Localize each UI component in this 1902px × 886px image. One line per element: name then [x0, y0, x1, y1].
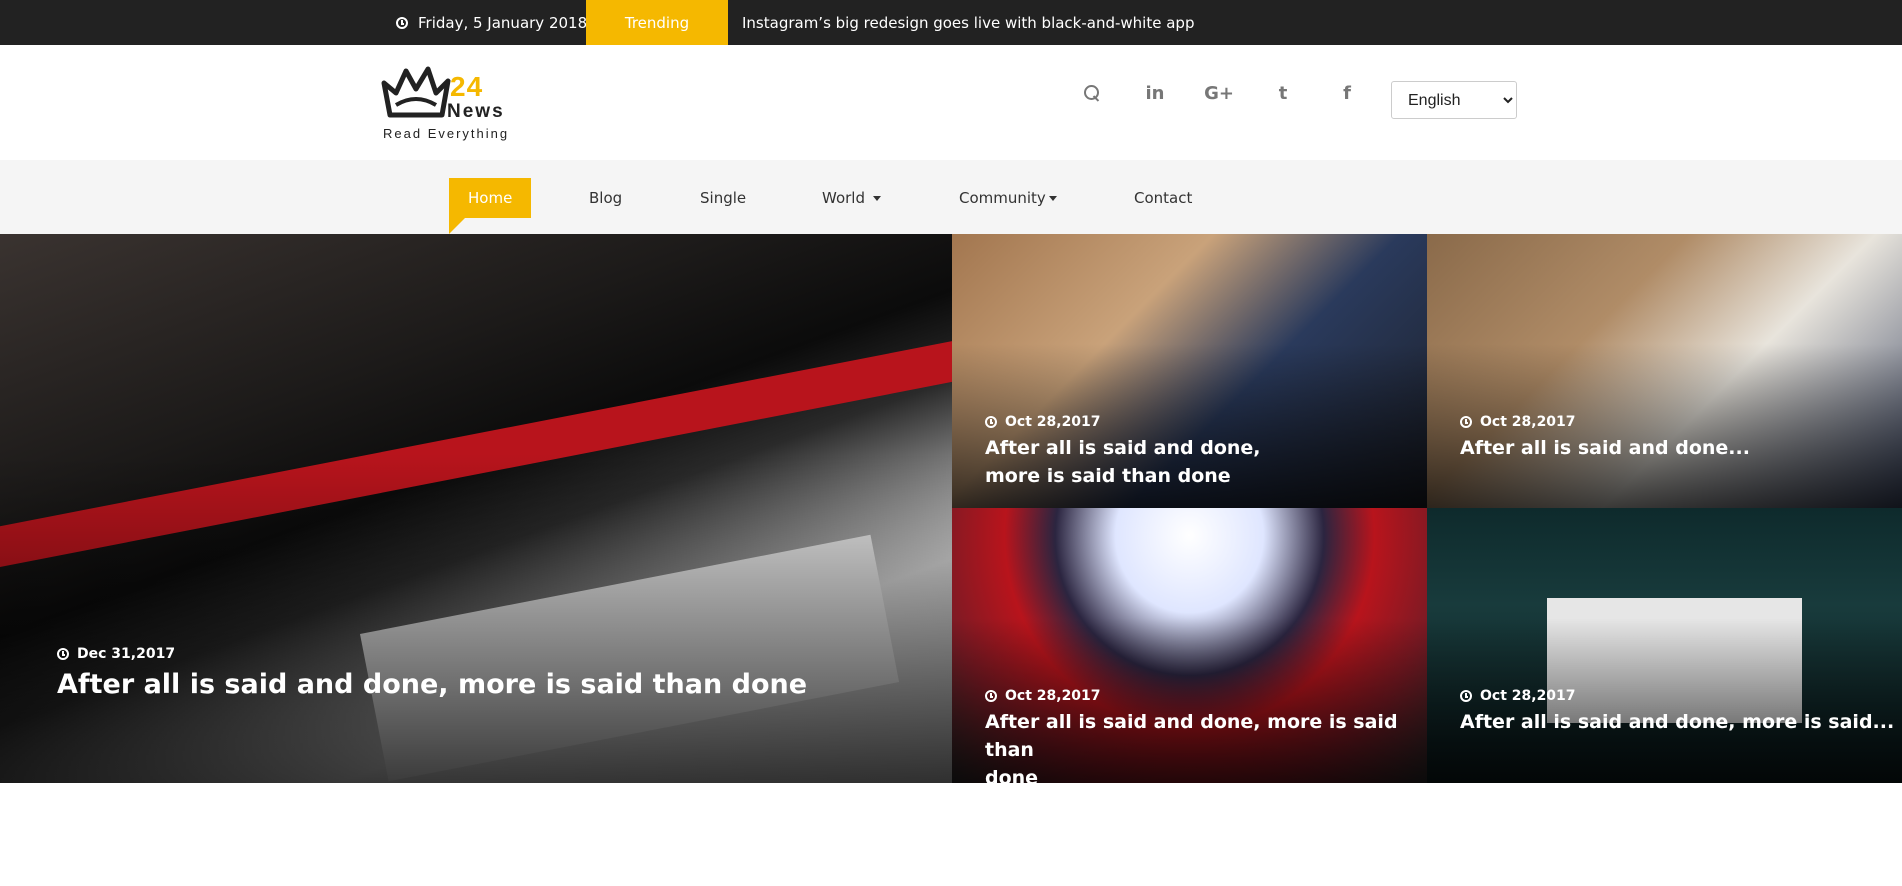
- site-logo[interactable]: 24 News Read Everything: [380, 63, 520, 143]
- featured-main-card[interactable]: Dec 31,2017 After all is said and done, …: [0, 234, 952, 783]
- search-icon: [1084, 85, 1100, 101]
- post-date-text: Dec 31,2017: [77, 646, 176, 662]
- post-title[interactable]: After all is said and done, more is said…: [985, 708, 1427, 783]
- post-date-text: Oct 28,2017: [1480, 688, 1576, 704]
- featured-card[interactable]: Oct 28,2017 After all is said and done..…: [1427, 234, 1902, 508]
- featured-card[interactable]: Oct 28,2017 After all is said and done, …: [1427, 508, 1902, 783]
- nav-item-blog[interactable]: Blog: [589, 178, 622, 218]
- chevron-down-icon: [873, 195, 881, 201]
- clock-icon: [1460, 416, 1472, 428]
- post-date: Oct 28,2017: [1460, 414, 1576, 430]
- trending-headline-link[interactable]: Instagram’s big redesign goes live with …: [742, 0, 1194, 45]
- nav-item-community[interactable]: Community: [959, 178, 1057, 218]
- nav-item-single[interactable]: Single: [700, 178, 746, 218]
- twitter-link[interactable]: t: [1263, 73, 1303, 113]
- post-title-line: After all is said and done,: [985, 437, 1261, 459]
- search-button[interactable]: [1072, 73, 1112, 113]
- clock-icon: [1460, 690, 1472, 702]
- post-title[interactable]: After all is said and done, more is said…: [985, 434, 1261, 490]
- featured-card[interactable]: Oct 28,2017 After all is said and done, …: [952, 508, 1427, 783]
- post-date: Oct 28,2017: [985, 688, 1101, 704]
- logo-word: News: [447, 101, 505, 122]
- language-select[interactable]: English: [1391, 81, 1517, 119]
- post-date: Oct 28,2017: [985, 414, 1101, 430]
- facebook-link[interactable]: f: [1327, 73, 1367, 113]
- post-date-text: Oct 28,2017: [1480, 414, 1576, 430]
- featured-card[interactable]: Oct 28,2017 After all is said and done, …: [952, 234, 1427, 508]
- post-date-text: Oct 28,2017: [1005, 688, 1101, 704]
- google-plus-link[interactable]: G+: [1199, 73, 1239, 113]
- post-date-text: Oct 28,2017: [1005, 414, 1101, 430]
- nav-item-contact[interactable]: Contact: [1134, 178, 1192, 218]
- logo-number: 24: [450, 71, 484, 102]
- post-title-line: After all is said and done, more is said…: [985, 711, 1398, 761]
- post-date: Oct 28,2017: [1460, 688, 1576, 704]
- linkedin-icon: in: [1145, 82, 1165, 104]
- site-header: 24 News Read Everything in G+ t f Englis…: [0, 45, 1902, 160]
- nav-item-world-label: World: [822, 189, 865, 207]
- current-date: Friday, 5 January 2018: [396, 0, 587, 45]
- clock-icon: [57, 648, 69, 660]
- top-bar: Friday, 5 January 2018 Trending Instagra…: [0, 0, 1902, 65]
- nav-item-home[interactable]: Home: [449, 178, 532, 234]
- post-title-line: done: [985, 767, 1039, 783]
- post-date: Dec 31,2017: [57, 646, 175, 662]
- trending-badge: Trending: [586, 0, 728, 65]
- linkedin-link[interactable]: in: [1135, 73, 1175, 113]
- google-plus-icon: G+: [1204, 82, 1234, 104]
- post-title-line: more is said than done: [985, 465, 1231, 487]
- post-title[interactable]: After all is said and done, more is said…: [1460, 708, 1894, 736]
- main-navigation: Home Blog Single World Community Contact: [0, 160, 1902, 234]
- image-overlay: [0, 453, 952, 783]
- clock-icon: [396, 16, 408, 29]
- post-title[interactable]: After all is said and done, more is said…: [57, 667, 807, 703]
- post-title[interactable]: After all is said and done...: [1460, 434, 1750, 462]
- current-date-text: Friday, 5 January 2018: [418, 13, 588, 32]
- logo-tagline: Read Everything: [383, 126, 510, 141]
- nav-item-world[interactable]: World: [822, 178, 881, 218]
- clock-icon: [985, 416, 997, 428]
- nav-item-community-label: Community: [959, 189, 1046, 207]
- chevron-down-icon: [1048, 195, 1057, 201]
- facebook-icon: f: [1343, 82, 1351, 104]
- clock-icon: [985, 690, 997, 702]
- crown-icon: [381, 66, 451, 118]
- twitter-icon: t: [1278, 82, 1288, 104]
